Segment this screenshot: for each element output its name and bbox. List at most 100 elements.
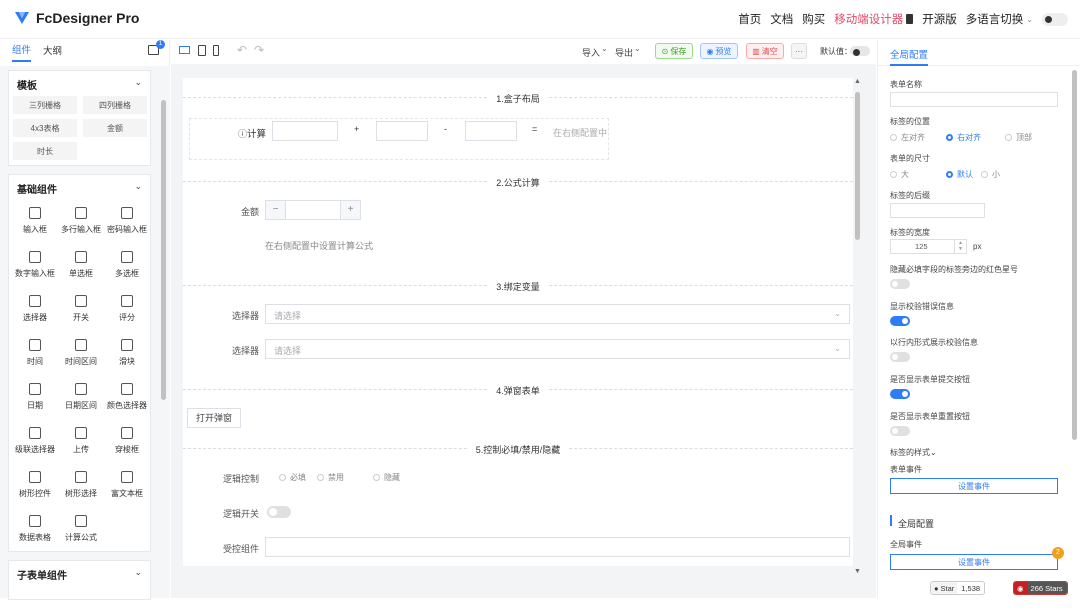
nav-mobile[interactable]: 移动端设计器 [834, 11, 903, 27]
hide-star-switch[interactable] [890, 279, 910, 289]
template-item[interactable]: 金额 [83, 119, 147, 137]
logic-hidden[interactable]: 隐藏 [373, 472, 400, 483]
label-pos-left[interactable]: 左对齐 [890, 132, 925, 143]
calc-input-1[interactable] [272, 121, 338, 141]
label-pos-top[interactable]: 顶部 [1005, 132, 1032, 143]
component-item[interactable]: 颜色选择器 [105, 383, 149, 411]
component-item[interactable]: 日期区间 [59, 383, 103, 411]
scroll-down-icon[interactable]: ▼ [854, 568, 861, 575]
theme-toggle[interactable] [1042, 12, 1068, 26]
export-button[interactable]: 导出 [615, 46, 633, 59]
component-item[interactable]: 数字输入框 [13, 251, 57, 279]
component-item[interactable]: 选择器 [13, 295, 57, 323]
component-item[interactable]: 计算公式 [59, 515, 103, 543]
component-item[interactable]: 富文本框 [105, 471, 149, 499]
section-title: 2.公式计算 [183, 176, 853, 189]
nav-home[interactable]: 首页 [738, 11, 761, 27]
size-large[interactable]: 大 [890, 169, 909, 180]
inline-error-switch[interactable] [890, 352, 910, 362]
template-item[interactable]: 时长 [13, 142, 77, 160]
label-pos-right[interactable]: 右对齐 [946, 132, 981, 143]
select-2[interactable]: 请选择 ⌄ [265, 339, 850, 359]
tab-outline[interactable]: 大纲 [43, 43, 62, 61]
show-error-switch[interactable] [890, 316, 910, 326]
component-item[interactable]: 评分 [105, 295, 149, 323]
preview-button[interactable]: ◉ 预览 [700, 43, 738, 59]
template-item[interactable]: 四列栅格 [83, 96, 147, 114]
component-item[interactable]: 上传 [59, 427, 103, 455]
select-1[interactable]: 请选择 ⌄ [265, 304, 850, 324]
component-item[interactable]: 时间区间 [59, 339, 103, 367]
form-name-input[interactable] [890, 92, 1058, 107]
show-submit-switch[interactable] [890, 389, 910, 399]
template-item[interactable]: 4x3表格 [13, 119, 77, 137]
label-style-label[interactable]: 标签的样式⌄ [890, 447, 937, 458]
plus-button[interactable]: + [340, 201, 360, 219]
default-value-switch[interactable] [850, 46, 870, 56]
controlled-input[interactable] [265, 537, 850, 557]
chevron-down-icon[interactable]: ⌄ [134, 567, 142, 578]
logic-required[interactable]: 必填 [279, 472, 306, 483]
component-item[interactable]: 多行输入框 [59, 207, 103, 235]
show-reset-switch[interactable] [890, 426, 910, 436]
tab-components[interactable]: 组件 [12, 42, 32, 62]
nav-opensource[interactable]: 开源版 [922, 11, 957, 27]
nav-lang[interactable]: 多语言切换 [966, 11, 1024, 27]
gitee-stars-badge[interactable]: ◉ 266 Stars [1013, 581, 1068, 595]
logic-disabled[interactable]: 禁用 [317, 472, 344, 483]
open-dialog-button[interactable]: 打开弹窗 [187, 408, 241, 428]
component-label: 上传 [73, 445, 89, 454]
canvas-scrollbar[interactable] [855, 92, 860, 240]
label-width-stepper[interactable]: 125 ▲ ▼ [890, 239, 967, 254]
logic-switch[interactable] [267, 506, 291, 518]
set-form-event-button[interactable]: 设置事件 [890, 478, 1058, 494]
mobile-icon[interactable] [213, 45, 219, 56]
github-star-badge[interactable]: ● Star 1,538 [930, 581, 986, 595]
amount-stepper[interactable]: − + [265, 200, 361, 220]
save-button[interactable]: ⊙ 保存 [655, 43, 693, 59]
scroll-up-icon[interactable]: ▲ [854, 78, 861, 85]
component-item[interactable]: 密码输入框 [105, 207, 149, 235]
template-item[interactable]: 三列栅格 [13, 96, 77, 114]
component-item[interactable]: 穿梭框 [105, 427, 149, 455]
component-item[interactable]: 多选框 [105, 251, 149, 279]
right-scrollbar[interactable] [1072, 70, 1077, 440]
component-item[interactable]: 单选框 [59, 251, 103, 279]
tablet-icon[interactable] [198, 45, 206, 56]
set-global-event-button[interactable]: 设置事件 [890, 554, 1058, 570]
more-button[interactable]: ··· [791, 43, 807, 59]
left-scrollbar[interactable] [161, 88, 166, 608]
stepper-arrows[interactable]: ▲ ▼ [954, 240, 966, 253]
desktop-icon[interactable] [179, 46, 190, 54]
component-item[interactable]: 数据表格 [13, 515, 57, 543]
subform-title: 子表单组件 [17, 571, 67, 582]
calc-input-2[interactable] [376, 121, 428, 141]
component-item[interactable]: 输入框 [13, 207, 57, 235]
component-item[interactable]: 日期 [13, 383, 57, 411]
component-item[interactable]: 树形选择 [59, 471, 103, 499]
tab-global-config[interactable]: 全局配置 [878, 40, 1080, 66]
calc-input-3[interactable] [465, 121, 517, 141]
info-icon: ⓘ [238, 129, 248, 139]
size-small[interactable]: 小 [981, 169, 1000, 180]
logo[interactable]: FcDesigner Pro [14, 10, 139, 26]
chevron-down-icon[interactable]: ⌄ [134, 181, 142, 192]
component-item[interactable]: 滑块 [105, 339, 149, 367]
component-label: 级联选择器 [15, 445, 55, 454]
component-item[interactable]: 树形控件 [13, 471, 57, 499]
redo-icon[interactable]: ↷ [254, 43, 264, 57]
undo-icon[interactable]: ↶ [237, 43, 247, 57]
component-item[interactable]: 级联选择器 [13, 427, 57, 455]
component-icon [75, 207, 87, 219]
nav-docs[interactable]: 文档 [770, 11, 793, 27]
section-bar [890, 515, 892, 526]
component-item[interactable]: 开关 [59, 295, 103, 323]
clear-button[interactable]: ▥ 清空 [746, 43, 784, 59]
nav-buy[interactable]: 购买 [802, 11, 825, 27]
import-button[interactable]: 导入 [582, 46, 600, 59]
chevron-down-icon[interactable]: ⌄ [134, 77, 142, 88]
component-item[interactable]: 时间 [13, 339, 57, 367]
label-suffix-input[interactable] [890, 203, 985, 218]
size-default[interactable]: 默认 [946, 169, 973, 180]
minus-button[interactable]: − [266, 201, 286, 219]
